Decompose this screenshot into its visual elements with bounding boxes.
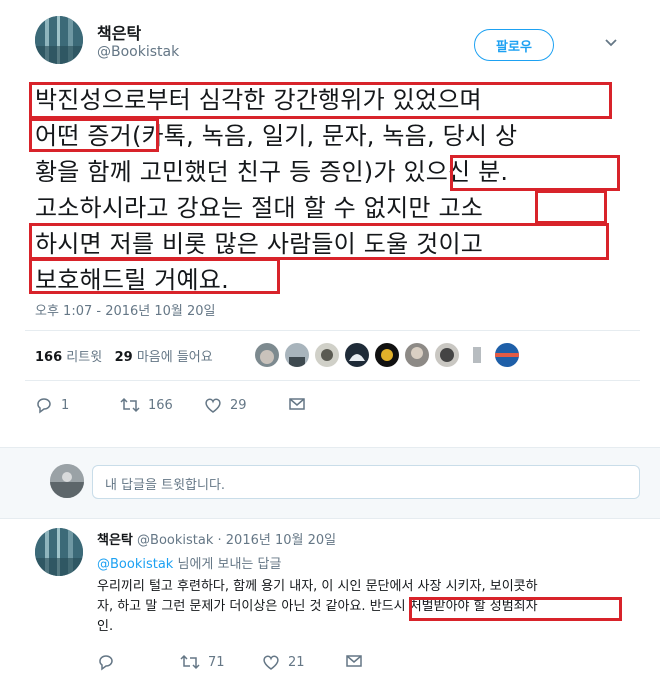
heart-icon (263, 655, 279, 670)
reply-icon (99, 655, 113, 671)
divider (25, 380, 640, 381)
message-action[interactable] (345, 653, 371, 669)
reply-action[interactable] (97, 653, 123, 671)
highlight-box (29, 82, 612, 119)
retweet-count-link[interactable]: 166 리트윗 (35, 350, 102, 365)
liker-avatar[interactable] (375, 343, 399, 367)
highlight-box (535, 190, 607, 224)
author-handle[interactable]: @Bookistak (97, 44, 179, 60)
reply-icon (37, 398, 51, 414)
like-action[interactable]: 21 (262, 653, 305, 671)
replying-to-handle[interactable]: @Bookistak (97, 557, 173, 572)
reply-header: 책은탁 @Bookistak · 2016년 10월 20일 (97, 529, 336, 548)
envelope-icon (289, 398, 305, 410)
follow-button[interactable]: 팔로우 (474, 29, 554, 61)
author-name[interactable]: 책은탁 (97, 20, 141, 44)
replying-to: @Bookistak 님에게 보내는 답글 (97, 557, 282, 572)
highlight-box (409, 597, 622, 621)
retweet-action[interactable]: 166 (120, 396, 173, 414)
reply-action[interactable]: 1 (35, 396, 69, 414)
liker-avatar[interactable] (435, 343, 459, 367)
highlight-box (29, 118, 159, 152)
divider (25, 330, 640, 331)
reply-author-avatar[interactable] (35, 528, 83, 576)
liker-avatar[interactable] (465, 343, 489, 367)
retweet-icon (120, 397, 140, 413)
liker-avatar[interactable] (255, 343, 279, 367)
liker-avatar[interactable] (315, 343, 339, 367)
reply-author-handle[interactable]: @Bookistak (137, 533, 213, 548)
tweet-timestamp[interactable]: 오후 1:07 - 2016년 10월 20일 (35, 300, 216, 319)
retweet-icon (180, 654, 200, 670)
envelope-icon (346, 655, 362, 667)
author-avatar[interactable] (35, 16, 83, 64)
highlight-box (29, 223, 609, 260)
reply-author-name[interactable]: 책은탁 (97, 533, 133, 548)
heart-icon (205, 398, 221, 413)
liker-avatar[interactable] (285, 343, 309, 367)
like-count-link[interactable]: 29 마음에 들어요 (115, 350, 213, 365)
engagement-stats: 166 리트윗 29 마음에 들어요 (35, 346, 213, 365)
like-action[interactable]: 29 (204, 396, 247, 414)
reply-line: 우리끼리 털고 후련하다, 함께 용기 내자, 이 시인 문단에서 사장 시키자… (97, 579, 538, 594)
reply-input[interactable]: 내 답글을 트윗합니다. (92, 465, 640, 499)
liker-avatar[interactable] (405, 343, 429, 367)
liker-avatar[interactable] (345, 343, 369, 367)
message-action[interactable] (288, 396, 314, 412)
current-user-avatar (50, 464, 84, 498)
highlight-box (450, 155, 620, 191)
highlight-box (29, 258, 280, 294)
liker-avatar[interactable] (495, 343, 519, 367)
retweet-action[interactable]: 71 (180, 653, 225, 671)
chevron-down-icon[interactable] (604, 35, 618, 49)
reply-date[interactable]: · 2016년 10월 20일 (218, 533, 337, 548)
